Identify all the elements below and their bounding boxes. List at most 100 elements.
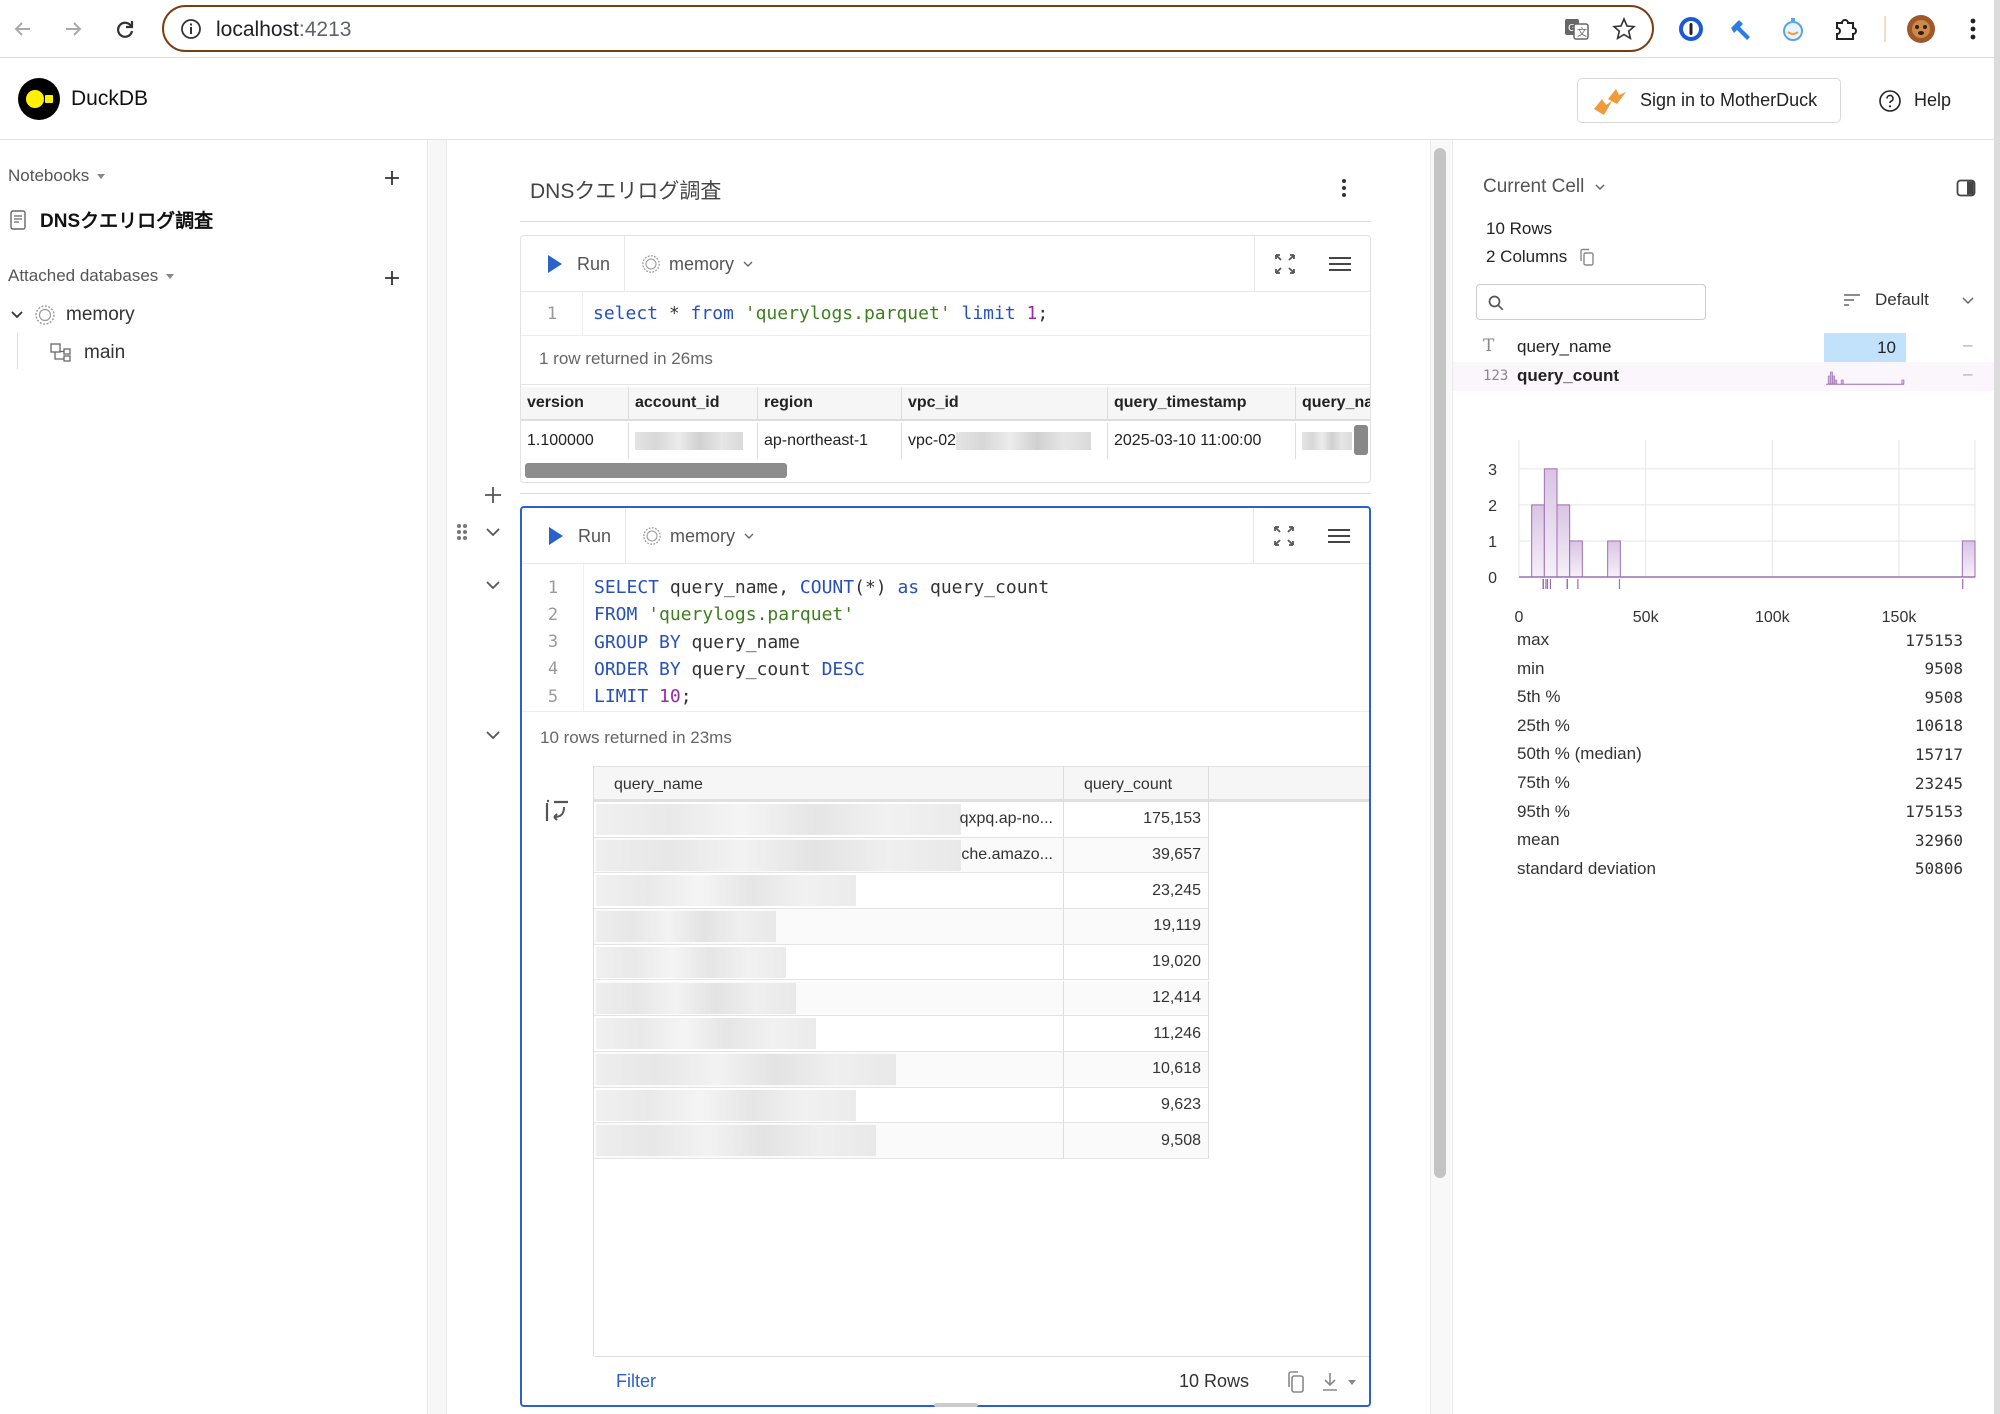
address-bar[interactable]: localhost:4213 G文 (162, 5, 1654, 52)
profile-avatar[interactable] (1906, 14, 1936, 44)
column-explorer-panel: Current Cell 10 Rows 2 Columns Default T… (1452, 140, 1995, 1414)
table-row[interactable]: 12,414 (594, 980, 1209, 1017)
column-row-query-count[interactable]: 123 query_count – (1453, 362, 1995, 391)
timer-icon (1783, 18, 1803, 41)
column-header[interactable]: region (758, 387, 902, 419)
duckdb-logo[interactable] (18, 78, 60, 120)
sidebar-item-notebook[interactable]: DNSクエリログ調査 (10, 206, 213, 233)
sql-token: * (658, 303, 691, 324)
forward-button[interactable] (58, 14, 88, 44)
back-button[interactable] (8, 14, 38, 44)
sql-cell-1[interactable]: Run memory 1 select * from 'querylogs.par… (520, 235, 1371, 483)
collapse-code-button[interactable] (483, 575, 503, 595)
hamburger-menu-icon[interactable] (1327, 252, 1353, 276)
code-editor[interactable]: 1 SELECT query_name, COUNT(*) as query_co… (522, 562, 1369, 712)
run-button[interactable]: Run (522, 508, 626, 564)
table-row[interactable]: 10,618 (594, 1051, 1209, 1088)
arrow-left-icon (14, 22, 30, 36)
kebab-menu-icon (1970, 18, 1976, 40)
drag-handle[interactable] (452, 522, 472, 542)
resize-handle[interactable] (934, 1403, 978, 1407)
sql-keyword: DESC (821, 658, 865, 680)
chevron-down-icon[interactable] (10, 308, 24, 322)
code-editor[interactable]: 1 select * from 'querylogs.parquet' limit… (521, 292, 1370, 336)
panel-scope-dropdown[interactable]: Current Cell (1483, 176, 1606, 198)
database-selector[interactable]: memory (641, 236, 754, 292)
table-row[interactable]: qxpq.ap-no... 175,153 (594, 802, 1209, 838)
sort-dropdown[interactable]: Default (1843, 290, 1975, 310)
download-icon[interactable] (1320, 1370, 1358, 1394)
table-row[interactable]: 11,246 (594, 1016, 1209, 1052)
horizontal-scrollbar-thumb[interactable] (525, 463, 787, 478)
hamburger-menu-icon[interactable] (1326, 524, 1352, 548)
expand-icon[interactable] (1273, 252, 1297, 276)
vertical-scrollbar-thumb[interactable] (1434, 148, 1446, 1178)
stat-row: max 175153 (1517, 626, 1963, 654)
help-button[interactable]: Help (1878, 78, 1951, 123)
collapse-cell-button[interactable] (483, 522, 503, 542)
stat-label: 50th % (median) (1517, 744, 1642, 764)
filter-button[interactable]: Filter (616, 1371, 656, 1392)
help-circle-icon (1879, 89, 1901, 112)
window-edge (1994, 0, 2000, 1414)
collapse-results-button[interactable] (483, 725, 503, 745)
info-icon[interactable] (180, 18, 202, 40)
sql-keyword: FROM (594, 604, 638, 626)
sidebar-item-schema-main[interactable]: main (50, 342, 125, 364)
table-row[interactable]: che.amazo... 39,657 (594, 837, 1209, 874)
add-notebook-button[interactable] (380, 166, 404, 190)
column-header-query-name[interactable]: query_name (594, 767, 1064, 803)
table-row[interactable]: 9,623 (594, 1087, 1209, 1124)
browser-menu-button[interactable] (1958, 14, 1988, 44)
column-header-query-count[interactable]: query_count (1064, 767, 1209, 803)
transpose-icon[interactable] (544, 798, 570, 824)
database-selector[interactable]: memory (642, 508, 755, 564)
copy-icon[interactable] (1284, 1370, 1306, 1394)
attach-database-button[interactable] (380, 266, 404, 290)
translate-icon[interactable]: G文 (1564, 17, 1590, 41)
password-manager-button[interactable] (1676, 14, 1706, 44)
panel-toggle-icon[interactable] (1956, 178, 1976, 198)
sign-in-motherduck-button[interactable]: Sign in to MotherDuck (1577, 78, 1841, 123)
url-text[interactable]: localhost:4213 (216, 18, 351, 42)
cell-query-name (594, 1087, 1064, 1123)
sql-cell-2[interactable]: Run memory 1 SELECT query_name, COUNT(*) … (520, 506, 1371, 1407)
reload-button[interactable] (110, 14, 140, 44)
column-search-field[interactable] (1476, 284, 1706, 320)
attached-databases-toggle[interactable]: Attached databases (8, 266, 175, 286)
table-row[interactable]: 23,245 (594, 873, 1209, 910)
results-gutter (522, 766, 594, 1356)
sql-string: 'querylogs.parquet' (648, 604, 855, 626)
key-extension-button[interactable] (1726, 14, 1756, 44)
column-header[interactable]: query_nar (1296, 387, 1370, 419)
run-button[interactable]: Run (521, 236, 625, 292)
expand-icon[interactable] (1272, 524, 1296, 548)
sql-token: ; (680, 686, 692, 708)
histogram-bar (1543, 468, 1558, 578)
add-cell-button[interactable] (483, 485, 503, 505)
copy-icon[interactable] (1579, 248, 1595, 266)
notebook-menu-button[interactable] (1332, 176, 1356, 200)
vertical-scrollbar-thumb[interactable] (1354, 425, 1368, 455)
column-header[interactable]: vpc_id (902, 387, 1108, 419)
column-row-query-name[interactable]: T query_name 10 – (1453, 333, 1995, 362)
table-row[interactable]: 19,020 (594, 944, 1209, 981)
column-header[interactable]: query_timestamp (1108, 387, 1296, 419)
column-header[interactable]: version (521, 387, 629, 419)
table-row[interactable]: 9,508 (594, 1123, 1209, 1159)
stat-row: 95th % 175153 (1517, 798, 1963, 826)
timer-extension-button[interactable] (1778, 14, 1808, 44)
stat-value: 9508 (1924, 659, 1963, 679)
notebooks-section-toggle[interactable]: Notebooks (8, 166, 106, 186)
plus-icon (385, 271, 399, 285)
table-row[interactable]: 19,119 (594, 909, 1209, 945)
star-icon[interactable] (1612, 17, 1636, 41)
extensions-button[interactable] (1830, 14, 1860, 44)
column-search-input[interactable] (1513, 289, 1699, 315)
text-type-icon: T (1483, 336, 1495, 356)
column-header[interactable]: account_id (629, 387, 758, 419)
notebook-title[interactable]: DNSクエリログ調査 (530, 175, 721, 205)
sidebar-item-memory-db[interactable]: memory (10, 304, 135, 326)
cell-toolbar-actions (1254, 236, 1370, 292)
